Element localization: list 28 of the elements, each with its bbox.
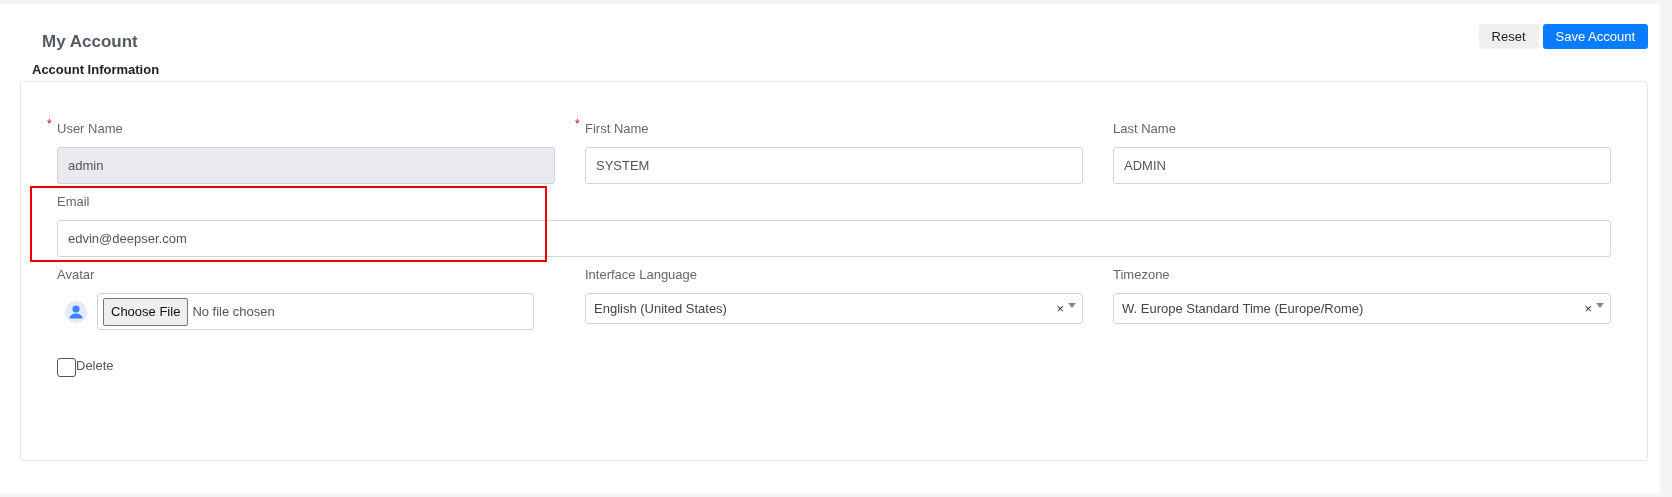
caret-icon: [1068, 303, 1076, 308]
field-label: First Name: [585, 120, 649, 138]
field-label: Email: [57, 193, 90, 211]
text-field[interactable]: SYSTEM: [585, 147, 1083, 184]
field-label: Interface Language: [585, 266, 698, 284]
required-icon: *: [47, 117, 52, 131]
reset-button[interactable]: Reset: [1478, 24, 1539, 49]
page-title: My Account: [42, 32, 138, 52]
section-title: Account Information: [32, 62, 161, 77]
required-icon: *: [575, 117, 580, 131]
save-button[interactable]: Save Account: [1542, 24, 1648, 49]
file-status: No file chosen: [192, 304, 275, 319]
text-field[interactable]: edvin@deepser.com: [57, 220, 1611, 257]
select-field[interactable]: W. Europe Standard Time (Europe/Rome) ×: [1113, 293, 1611, 324]
field-label: Timezone: [1113, 266, 1170, 284]
choose-file-button[interactable]: Choose File: [103, 297, 189, 326]
clear-icon[interactable]: ×: [1056, 301, 1064, 316]
user-avatar-icon: [65, 300, 87, 323]
checkbox-label: Delete: [76, 358, 114, 373]
field-label: User Name: [57, 120, 123, 138]
field-label: Last Name: [1113, 120, 1176, 138]
field-label: Avatar: [57, 266, 95, 284]
caret-icon: [1596, 303, 1604, 308]
select-field[interactable]: English (United States) ×: [585, 293, 1083, 324]
text-field[interactable]: ADMIN: [1113, 147, 1611, 184]
checkbox[interactable]: [57, 358, 76, 377]
clear-icon[interactable]: ×: [1584, 301, 1592, 316]
file-input[interactable]: Choose File No file chosen: [97, 293, 534, 330]
